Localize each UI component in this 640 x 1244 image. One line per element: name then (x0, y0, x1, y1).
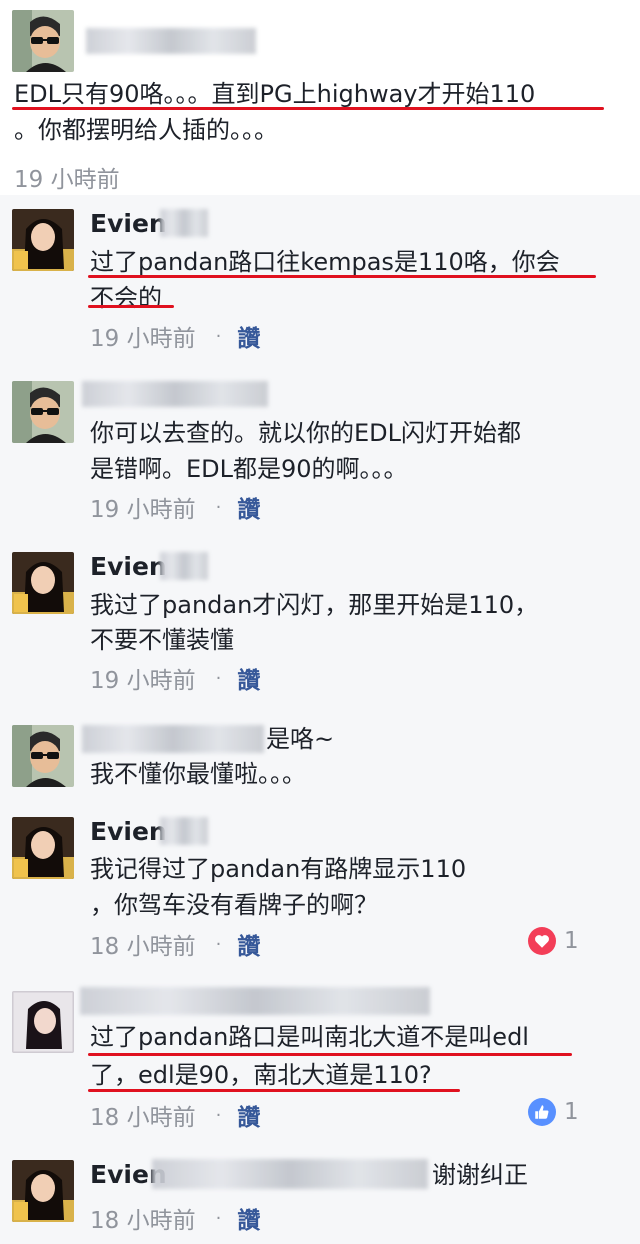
reaction-count: 1 (564, 1099, 579, 1125)
comment-text-line-2: 了，edl是90，南北大道是110? (90, 1061, 432, 1089)
like-button[interactable]: 讚 (237, 319, 260, 353)
red-underline (88, 1053, 572, 1056)
blurred-name (152, 1159, 428, 1189)
replies-list: Evien 过了pandan路口往kempas是110咯，你会 不会的 19 小… (0, 195, 640, 1244)
comment-text-line-2: 是错啊。EDL都是90的啊。。。 (90, 455, 408, 483)
red-underline (88, 305, 174, 308)
separator-dot: · (215, 325, 222, 347)
like-button[interactable]: 讚 (237, 927, 260, 961)
profile-photo-sunglasses-man (12, 10, 74, 72)
like-button[interactable]: 讚 (237, 1098, 260, 1132)
profile-photo-woman (12, 209, 74, 271)
separator-dot: · (215, 1207, 222, 1229)
timestamp: 18 小時前 (90, 1208, 196, 1234)
blurred-name (82, 381, 268, 407)
reaction-count: 1 (564, 928, 579, 954)
timestamp: 19 小時前 (90, 668, 196, 694)
avatar[interactable] (12, 552, 74, 614)
timestamp: 19 小時前 (90, 326, 196, 352)
profile-photo-sunglasses-man (12, 381, 74, 443)
timestamp: 19 小時前 (14, 167, 120, 193)
avatar[interactable] (12, 209, 74, 271)
red-underline (88, 275, 596, 278)
timestamp: 18 小時前 (90, 1105, 196, 1131)
profile-photo-woman-selfie (12, 991, 74, 1053)
comment-meta: 18 小時前 · 讚 (90, 927, 260, 961)
like-button[interactable]: 讚 (237, 661, 260, 695)
author-name[interactable]: Evien (90, 209, 167, 238)
like-button[interactable]: 讚 (237, 1201, 260, 1235)
comment-text-line-2: 不要不懂装懂 (90, 626, 234, 654)
comment-meta: 18 小時前 · 讚 (90, 1201, 260, 1235)
author-name[interactable]: Evien (90, 817, 167, 846)
blurred-name (160, 817, 208, 845)
separator-dot: · (215, 1104, 222, 1126)
avatar[interactable] (12, 991, 74, 1053)
reaction-summary[interactable]: 1 (528, 927, 579, 955)
thumbs-up-icon (528, 1098, 556, 1126)
comment-meta: 19 小時前 · 讚 (90, 490, 260, 524)
author-name[interactable]: Evien (90, 552, 167, 581)
comment-meta: 19 小時前 · 讚 (90, 661, 260, 695)
comment-text-line-2: ，你驾车没有看牌子的啊？ (90, 891, 378, 919)
separator-dot: · (215, 933, 222, 955)
avatar[interactable] (12, 725, 74, 787)
blurred-name (86, 28, 256, 54)
avatar[interactable] (12, 817, 74, 879)
comment-text-line-1: 过了pandan路口是叫南北大道不是叫edl (90, 1023, 529, 1051)
heart-icon (528, 927, 556, 955)
profile-photo-sunglasses-man (12, 725, 74, 787)
comment-text-line-2: 我不懂你最懂啦。。。 (90, 760, 306, 788)
comment-text-line-2: 不会的 (90, 284, 162, 312)
original-post: EDL只有90咯。。。直到PG上highway才开始110 。你都摆明给人插的。… (0, 0, 640, 195)
blurred-name (160, 552, 208, 580)
avatar[interactable] (12, 10, 74, 72)
timestamp: 18 小時前 (90, 934, 196, 960)
profile-photo-woman (12, 817, 74, 879)
profile-photo-woman (12, 1160, 74, 1222)
blurred-name (82, 725, 264, 753)
comment-text-line-1: 我记得过了pandan有路牌显示110 (90, 855, 467, 883)
avatar[interactable] (12, 381, 74, 443)
like-button[interactable]: 讚 (237, 490, 260, 524)
comment-meta: 19 小時前 · 讚 (90, 319, 260, 353)
avatar[interactable] (12, 1160, 74, 1222)
separator-dot: · (215, 667, 222, 689)
blurred-name (160, 209, 208, 237)
comment-text-line-1: 你可以去查的。就以你的EDL闪灯开始都 (90, 419, 522, 447)
comment-inline-text: 是咯~ (266, 725, 335, 753)
comment-inline-text: 谢谢纠正 (432, 1161, 528, 1189)
post-text-line-2: 。你都摆明给人插的。。。 (14, 116, 278, 144)
comment-text-line-1: 我过了pandan才闪灯，那里开始是110， (90, 591, 539, 619)
separator-dot: · (215, 496, 222, 518)
red-underline (12, 107, 604, 110)
profile-photo-woman (12, 552, 74, 614)
timestamp: 19 小時前 (90, 497, 196, 523)
comment-meta: 18 小時前 · 讚 (90, 1098, 260, 1132)
post-timestamp: 19 小時前 (14, 160, 120, 194)
blurred-name (80, 987, 430, 1015)
reaction-summary[interactable]: 1 (528, 1098, 579, 1126)
red-underline (88, 1089, 460, 1092)
